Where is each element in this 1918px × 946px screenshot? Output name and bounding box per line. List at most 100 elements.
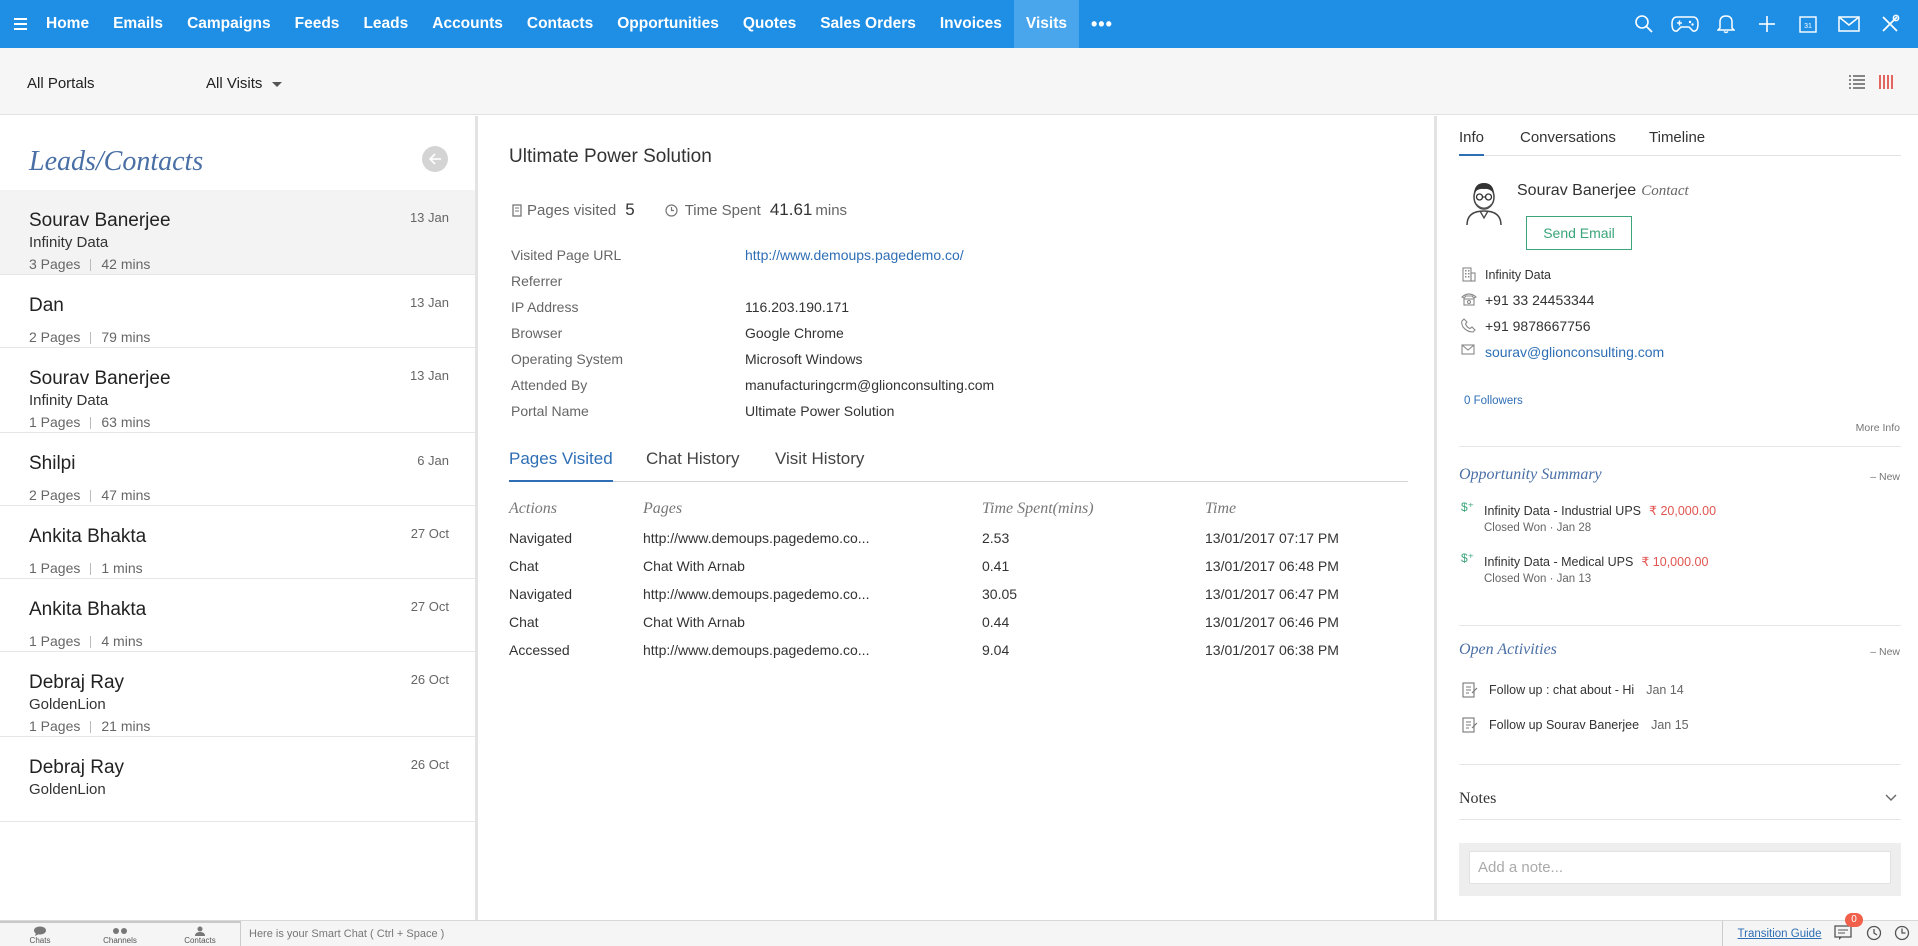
visitor-list-item[interactable]: Sourav Banerjee 13 Jan Infinity Data 1 Page… [0,348,475,433]
leads-contacts-panel: Leads/Contacts Sourav Banerjee 13 Jan Infi… [0,116,478,920]
tab-chat-history[interactable]: Chat History [646,449,740,482]
visitor-list-item[interactable]: Debraj Ray 26 Oct GoldenLion [0,737,475,822]
visits-filter-dropdown[interactable]: All Visits [206,75,283,92]
visitor-list-item[interactable]: Debraj Ray 26 Oct GoldenLion 1 Pages 21 mins [0,652,475,737]
nav-contacts[interactable]: Contacts [521,0,599,48]
time-spent: 42 mins [101,256,151,272]
detail-row: Operating System Microsoft Windows [511,351,1311,377]
portal-filter[interactable]: All Portals [27,75,95,92]
activity-text: Follow up Sourav Banerjee [1489,718,1640,732]
tab-timeline[interactable]: Timeline [1649,129,1705,156]
visitor-list-item[interactable]: Ankita Bhakta 27 Oct 1 Pages 4 mins [0,579,475,652]
channels-tab[interactable]: Channels [80,921,160,946]
pages-count: 2 Pages [29,487,81,503]
time-spent-unit: mins [815,201,848,219]
clock-icon[interactable] [1894,925,1910,941]
visitor-list-item[interactable]: Dan 13 Jan 2 Pages 79 mins [0,275,475,348]
detail-value: manufacturingcrm@glionconsulting.com [745,377,995,393]
contact-info-panel: Info Conversations Timeline Sourav Banerje… [1440,116,1918,920]
chevron-down-icon[interactable] [1885,794,1897,802]
smart-chat-input[interactable]: Here is your Smart Chat ( Ctrl + Space ) [240,921,1720,946]
visitor-list-item[interactable]: Ankita Bhakta 27 Oct 1 Pages 1 mins [0,506,475,579]
activity-date: Jan 14 [1646,683,1684,697]
time-spent: 47 mins [101,487,151,503]
plus-icon[interactable] [1746,0,1787,48]
list-view-icon[interactable] [1848,74,1866,90]
bell-icon[interactable] [1705,0,1746,48]
visitor-list-item[interactable]: Sourav Banerjee 13 Jan Infinity Data 3 Page… [0,190,475,275]
more-options-icon[interactable]: ••• [1085,0,1119,48]
history-icon[interactable] [1866,925,1882,941]
followers-link[interactable]: 0 Followers [1464,395,1523,407]
visitor-list-item[interactable]: Shilpi 6 Jan 2 Pages 47 mins [0,433,475,506]
row-time: 13/01/2017 06:47 PM [1205,586,1339,602]
new-activity-link[interactable]: – New [1870,646,1900,658]
row-time-spent: 0.41 [982,558,1010,574]
notes-title: Notes [1459,790,1497,807]
nav-quotes[interactable]: Quotes [737,0,802,48]
opportunity-item[interactable]: $⁺ Infinity Data - Medical UPS ₹ 10,000.00… [1461,551,1901,591]
row-action: Navigated [509,530,573,546]
nav-invoices[interactable]: Invoices [934,0,1008,48]
pages-count: 1 Pages [29,560,81,576]
activity-item[interactable]: Follow up Sourav Banerjee Jan 15 [1461,716,1689,734]
email-link[interactable]: sourav@glionconsulting.com [1485,344,1664,360]
phone-number[interactable]: +91 33 24453344 [1485,292,1594,308]
new-opportunity-link[interactable]: – New [1870,471,1900,483]
tools-icon[interactable] [1869,0,1910,48]
nav-accounts[interactable]: Accounts [426,0,509,48]
column-view-icon[interactable] [1878,74,1894,90]
contacts-tab[interactable]: Contacts [160,921,240,946]
chats-tab[interactable]: Chats [0,921,80,946]
nav-opportunities[interactable]: Opportunities [611,0,725,48]
visit-details: Visited Page URL http://www.demoups.paged… [511,247,1311,429]
table-row: Chat Chat With Arnab 0.44 13/01/2017 06:46 … [509,614,1408,642]
pages-icon [512,203,522,217]
tab-info[interactable]: Info [1459,129,1485,156]
table-row: Accessed http://www.demoups.pagedemo.co..… [509,642,1408,670]
task-icon [1461,716,1479,734]
add-note-input[interactable] [1469,851,1891,884]
row-action: Chat [509,558,539,574]
send-email-button[interactable]: Send Email [1526,216,1632,250]
gamepad-icon[interactable] [1664,0,1705,48]
row-time: 13/01/2017 07:17 PM [1205,530,1339,546]
notifications-icon[interactable] [1834,925,1854,941]
row-time-spent: 9.04 [982,642,1010,658]
visit-date: 27 Oct [410,599,449,614]
time-spent: 1 mins [101,560,143,576]
transition-guide-link[interactable]: Transition Guide [1722,921,1836,946]
nav-feeds[interactable]: Feeds [289,0,346,48]
nav-campaigns[interactable]: Campaigns [181,0,277,48]
hamburger-menu-icon[interactable] [10,12,32,36]
visited-url-link[interactable]: http://www.demoups.pagedemo.co/ [745,247,964,263]
nav-sales-orders[interactable]: Sales Orders [814,0,922,48]
envelope-icon [1461,344,1478,360]
activity-item[interactable]: Follow up : chat about - Hi Jan 14 [1461,681,1684,699]
separator [90,490,92,503]
pages-count: 2 Pages [29,329,81,345]
more-info-link[interactable]: More Info [1856,422,1900,434]
calendar-icon[interactable]: 31 [1787,0,1828,48]
back-arrow-icon[interactable] [422,146,448,172]
column-header: Pages [643,500,683,517]
mail-icon[interactable] [1828,0,1869,48]
row-page: Chat With Arnab [643,614,745,630]
nav-emails[interactable]: Emails [107,0,169,48]
nav-visits[interactable]: Visits [1013,0,1079,48]
visit-stats: Pages visited 5 Time Spent 41.61 mins [512,200,847,220]
nav-leads[interactable]: Leads [357,0,414,48]
search-icon[interactable] [1623,0,1664,48]
person-icon [195,926,205,936]
opportunity-item[interactable]: $⁺ Infinity Data - Industrial UPS ₹ 20,000… [1461,500,1901,540]
tab-pages-visited[interactable]: Pages Visited [509,449,613,482]
tab-visit-history[interactable]: Visit History [775,449,864,482]
visit-date: 13 Jan [409,210,449,225]
nav-home[interactable]: Home [40,0,95,48]
row-time-spent: 30.05 [982,586,1018,602]
chats-tab-label: Chats [29,936,51,945]
tab-conversations[interactable]: Conversations [1520,129,1616,156]
row-time-spent: 2.53 [982,530,1010,546]
mobile-number[interactable]: +91 9878667756 [1485,318,1591,334]
separator [90,563,92,576]
